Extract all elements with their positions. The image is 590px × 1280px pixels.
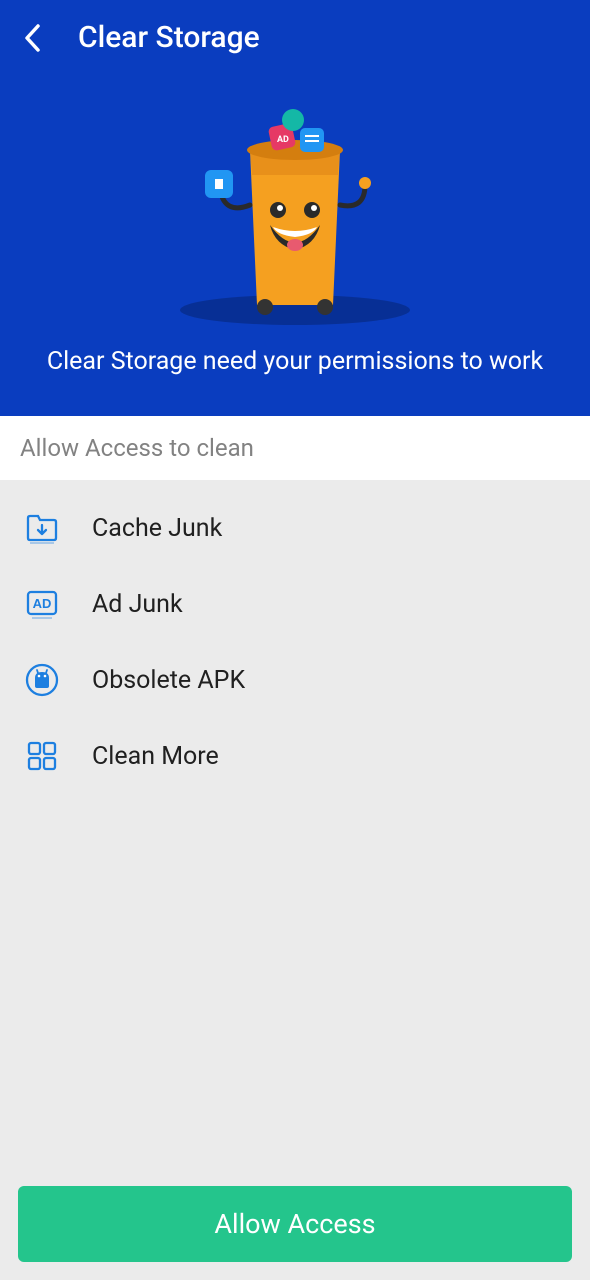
- header: Clear Storage: [0, 0, 590, 416]
- svg-text:AD: AD: [33, 596, 52, 611]
- section-header: Allow Access to clean: [0, 416, 590, 480]
- illustration-area: AD Clear Storage need your permissions t…: [0, 75, 590, 416]
- list-item-cache-junk[interactable]: Cache Junk: [0, 490, 590, 566]
- back-arrow-icon: [23, 23, 41, 53]
- list-item-clean-more[interactable]: Clean More: [0, 718, 590, 794]
- toolbar: Clear Storage: [0, 0, 590, 75]
- trash-bin-illustration: AD: [175, 105, 415, 325]
- permission-message: Clear Storage need your permissions to w…: [27, 347, 563, 376]
- bottom-area: Allow Access: [0, 1168, 590, 1280]
- list-item-ad-junk[interactable]: AD Ad Junk: [0, 566, 590, 642]
- back-button[interactable]: [18, 24, 46, 52]
- folder-download-icon: [24, 510, 60, 546]
- svg-text:AD: AD: [277, 135, 289, 145]
- ad-icon: AD: [24, 586, 60, 622]
- android-icon: [24, 662, 60, 698]
- page-title: Clear Storage: [78, 20, 260, 55]
- allow-access-button[interactable]: Allow Access: [18, 1186, 572, 1262]
- list-item-obsolete-apk[interactable]: Obsolete APK: [0, 642, 590, 718]
- list-item-label: Clean More: [92, 742, 219, 771]
- list-item-label: Obsolete APK: [92, 666, 245, 695]
- list-item-label: Ad Junk: [92, 590, 183, 619]
- access-list: Cache Junk AD Ad Junk Obsolete APK: [0, 480, 590, 1168]
- list-item-label: Cache Junk: [92, 514, 222, 543]
- grid-icon: [24, 738, 60, 774]
